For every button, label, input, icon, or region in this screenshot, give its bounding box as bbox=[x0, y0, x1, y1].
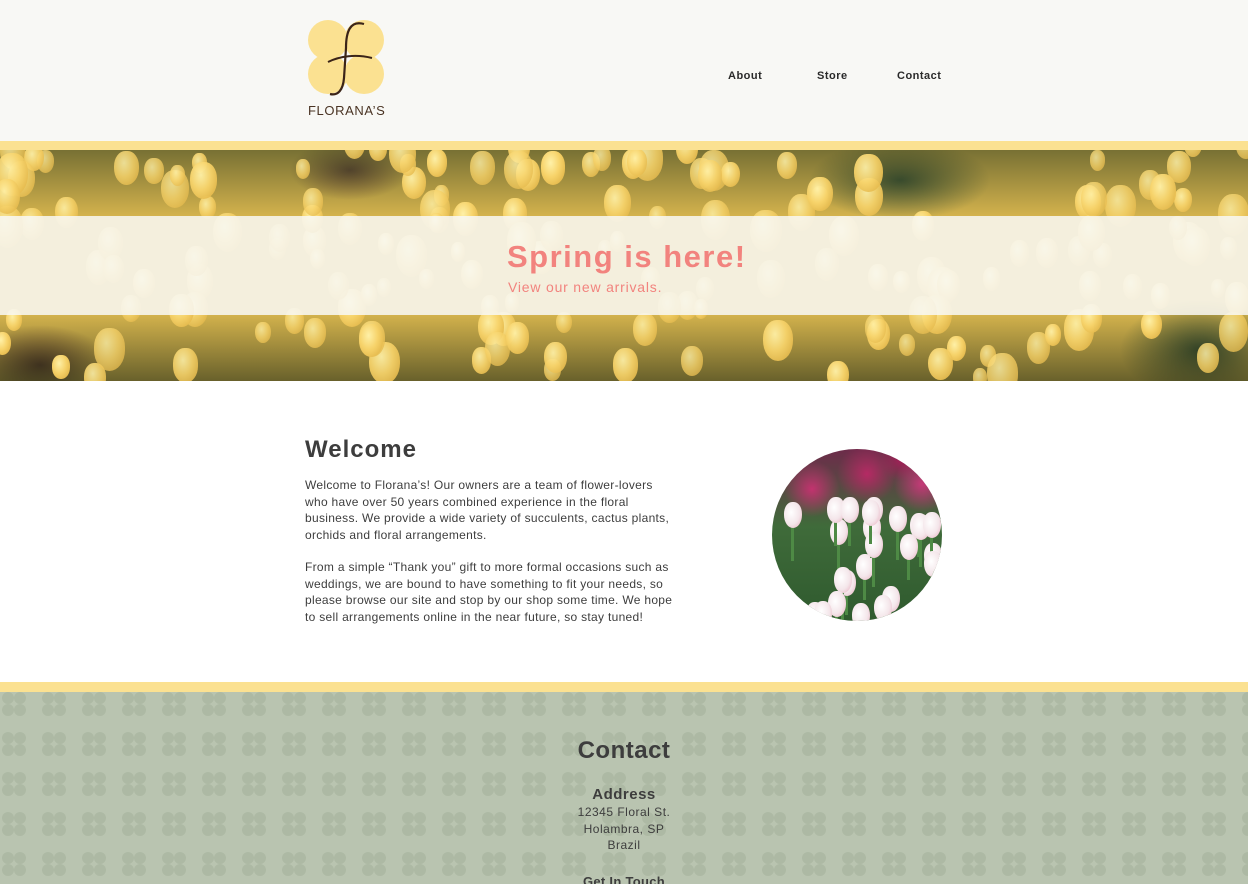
tulip-bloom bbox=[928, 347, 953, 381]
get-in-touch-heading: Get In Touch bbox=[582, 874, 666, 884]
tulip-bloom bbox=[144, 158, 164, 185]
tulip-bloom bbox=[172, 348, 199, 381]
tulip-bloom bbox=[506, 322, 530, 354]
contact-heading: Contact bbox=[577, 737, 671, 764]
welcome-paragraph: From a simple “Thank you” gift to more f… bbox=[305, 560, 673, 624]
white-tulip-bloom bbox=[861, 500, 880, 527]
nav-store-link[interactable]: Store bbox=[817, 70, 848, 82]
tulip-bloom bbox=[254, 321, 271, 344]
white-tulip-bloom bbox=[924, 551, 942, 578]
white-tulip-bloom bbox=[852, 603, 871, 621]
tulip-bloom bbox=[114, 151, 140, 186]
tulip-bloom bbox=[504, 150, 533, 190]
tulip-bloom bbox=[776, 151, 797, 180]
contact-footer: Contact Address 12345 Floral St. Holambr… bbox=[0, 692, 1248, 884]
welcome-paragraph: Welcome to Florana’s! Our owners are a t… bbox=[305, 478, 670, 542]
white-tulip-bloom bbox=[784, 501, 803, 528]
tulip-bloom bbox=[807, 176, 833, 211]
tulip-bloom bbox=[633, 313, 658, 346]
white-tulip-bloom bbox=[782, 597, 801, 621]
header-divider-stripe bbox=[0, 141, 1248, 150]
white-tulip-bloom bbox=[923, 512, 942, 539]
white-tulip-bloom bbox=[874, 595, 893, 621]
white-tulip-bloom bbox=[829, 518, 848, 545]
tulip-bloom bbox=[1236, 150, 1248, 160]
tulip-bloom bbox=[612, 347, 639, 381]
tulip-bloom bbox=[52, 355, 70, 379]
nav-about-link[interactable]: About bbox=[728, 70, 762, 82]
tulip-bloom bbox=[0, 331, 11, 355]
logo-wordmark: FLORANA’S bbox=[308, 103, 386, 118]
tulip-bloom bbox=[854, 153, 883, 192]
tulip-bloom bbox=[426, 150, 448, 177]
tulip-bloom bbox=[369, 150, 387, 161]
tulip-bloom bbox=[1174, 187, 1193, 213]
tulip-bloom bbox=[469, 150, 495, 185]
florana-logo[interactable]: FLORANA’S bbox=[306, 18, 390, 118]
tulip-bloom bbox=[1089, 150, 1105, 171]
tulip-bloom bbox=[592, 150, 612, 171]
tulip-bloom bbox=[1149, 174, 1176, 210]
address-line: Brazil bbox=[607, 838, 641, 852]
site-header: FLORANA’S About Store Contact bbox=[0, 0, 1248, 141]
tulip-bloom bbox=[680, 346, 703, 377]
tulip-bloom bbox=[1141, 310, 1162, 339]
footer-divider-stripe bbox=[0, 682, 1248, 692]
tulip-bloom bbox=[169, 165, 185, 187]
tulip-bloom bbox=[303, 317, 326, 348]
tulip-bloom bbox=[626, 150, 647, 176]
white-tulip-bloom bbox=[841, 496, 860, 523]
tulip-bloom bbox=[762, 319, 794, 361]
tulip-bloom bbox=[972, 367, 988, 381]
new-arrivals-link[interactable]: View our new arrivals. bbox=[508, 279, 662, 295]
address-line: Holambra, SP bbox=[583, 822, 665, 836]
white-tulip-bloom bbox=[814, 601, 833, 621]
tulips-circle-photo bbox=[772, 449, 942, 621]
address-heading: Address bbox=[592, 786, 656, 803]
tulip-bloom bbox=[544, 341, 568, 373]
white-tulip-bloom bbox=[888, 505, 907, 532]
tulip-bloom bbox=[358, 324, 383, 357]
hero-text-band: Spring is here! View our new arrivals. bbox=[0, 216, 1248, 315]
tulip-bloom bbox=[302, 188, 324, 216]
tulip-bloom bbox=[540, 151, 566, 185]
clover-logo-icon bbox=[308, 20, 384, 96]
tulip-bloom bbox=[93, 328, 126, 371]
address-line: 12345 Floral St. bbox=[577, 805, 671, 819]
tulip-bloom bbox=[826, 360, 849, 381]
tulip-bloom bbox=[296, 159, 311, 179]
tulip-bloom bbox=[1196, 342, 1220, 373]
tulip-bloom bbox=[697, 159, 722, 193]
hero-title: Spring is here! bbox=[507, 239, 747, 274]
tulip-bloom bbox=[899, 334, 916, 357]
tulip-bloom bbox=[986, 353, 1019, 381]
nav-contact-link[interactable]: Contact bbox=[897, 70, 941, 82]
tulip-bloom bbox=[189, 162, 218, 199]
white-tulip-bloom bbox=[921, 603, 940, 621]
tulip-bloom bbox=[1218, 312, 1248, 352]
welcome-heading: Welcome bbox=[305, 436, 417, 463]
tulip-bloom bbox=[1080, 182, 1107, 217]
tulip-bloom bbox=[720, 161, 740, 188]
hero-tulip-banner: Spring is here! View our new arrivals. bbox=[0, 150, 1248, 381]
tulip-bloom bbox=[344, 150, 366, 159]
tulip-bloom bbox=[1044, 323, 1061, 346]
